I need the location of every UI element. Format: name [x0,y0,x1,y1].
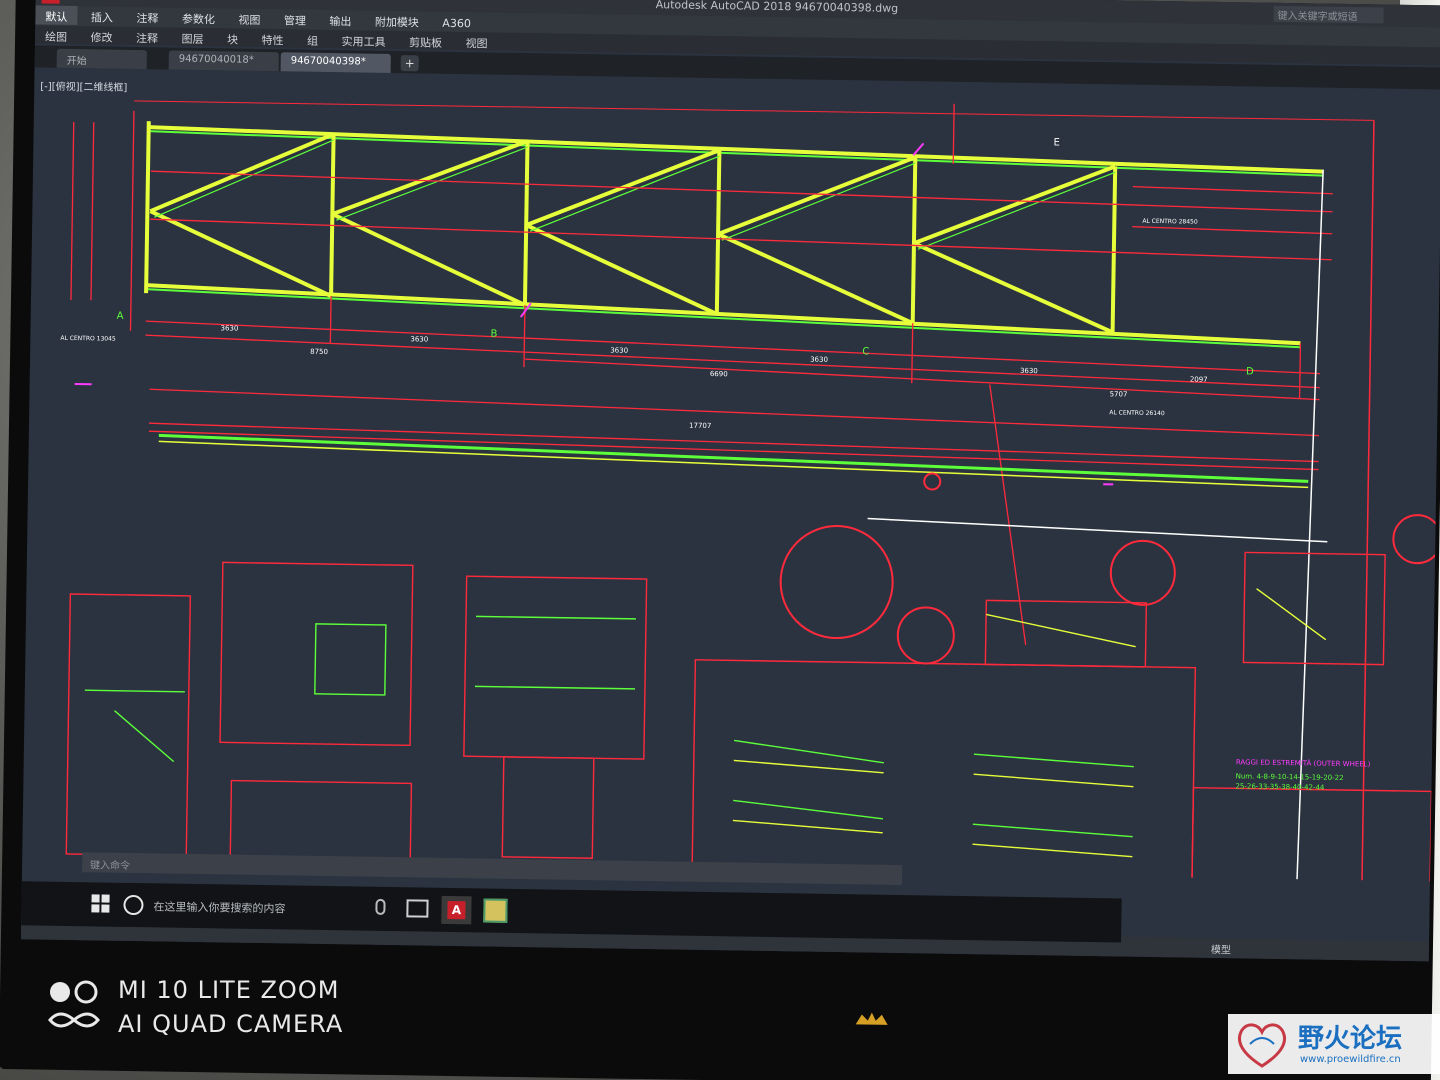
camera-watermark-line1: MI 10 LITE ZOOM [118,976,340,1004]
menu-view[interactable]: 视图 [228,8,270,28]
tab-drawing-398[interactable]: 94670040398* [280,52,391,73]
table-line: 25-26-33-35-38-40-42-44 [1235,782,1325,791]
task-view-icon[interactable] [406,899,429,918]
menu-addins[interactable]: 附加模块 [365,11,429,31]
autocad-logo-icon: A [447,900,466,920]
taskbar-search-input[interactable]: 在这里输入你要搜索的内容 [153,898,285,916]
menu-output[interactable]: 输出 [319,10,361,30]
note-text: AL CENTRO 13045 [60,335,116,343]
dim-text: 5707 [1110,390,1128,398]
camera-watermark-line2: AI QUAD CAMERA [118,1010,344,1038]
menu-parametric[interactable]: 参数化 [172,8,225,28]
ribbon-block[interactable]: 块 [217,28,248,47]
add-tab-button[interactable]: + [400,55,419,72]
forum-url: www.proewildfire.cn [1300,1054,1401,1065]
crosshair-horizontal [867,517,1328,543]
screen: A Autodesk AutoCAD 2018 94670040398.dwg … [20,0,1440,962]
windows-start-icon[interactable] [91,894,111,914]
note-text: AL CENTRO 28450 [1142,218,1198,226]
ribbon-view[interactable]: 视图 [455,32,497,52]
ribbon-annotation[interactable]: 注释 [126,27,168,47]
menu-manage[interactable]: 管理 [274,9,316,29]
ribbon-layers[interactable]: 图层 [171,28,213,48]
window-title: Autodesk AutoCAD 2018 94670040398.dwg [655,0,899,15]
truss-diagonal-edges [154,139,1116,250]
detail-parts [84,615,1134,838]
table-line: Num. 4-8-9-10-14-15-19-20-22 [1236,772,1344,782]
dim-text: 2097 [1190,376,1208,384]
ribbon-groups[interactable]: 组 [297,29,328,48]
menu-default[interactable]: 默认 [35,5,78,26]
tab-drawing-018[interactable]: 94670040018* [168,50,279,72]
dim-text: 3630 [610,346,628,354]
tab-start[interactable]: 开始 [56,48,147,70]
detail-views [65,551,1433,882]
point-label: B [490,329,497,340]
point-label: E [1053,137,1060,148]
cortana-icon[interactable] [123,894,144,916]
detail-marker [923,472,942,491]
detail-circle [896,606,955,665]
forum-logo-icon [1238,1023,1286,1068]
detail-circle [1109,539,1176,606]
truss-bottom-chord-edge [146,288,1301,349]
autocad-taskbar-button[interactable]: A [441,895,472,925]
notes-taskbar-icon[interactable] [483,898,508,923]
truss-bottom-chord [146,283,1301,346]
note-text: AL CENTRO 26140 [1109,409,1165,417]
detail-parts-yellow [732,588,1327,858]
point-label: A [117,311,124,322]
rod-length-text: 17707 [689,422,711,430]
border-line [134,100,1374,121]
search-input[interactable]: 键入关键字或短语 [1273,5,1384,24]
ribbon-draw[interactable]: 绘图 [35,25,77,45]
truss-end-post [144,121,151,294]
dim-text: 3630 [220,324,238,332]
forum-name: 野火论坛 [1298,1024,1403,1054]
dim-text: 3630 [410,335,428,343]
monitor-brand-icon [855,1012,888,1025]
ribbon-clipboard[interactable]: 剪贴板 [399,31,452,51]
model-tab[interactable]: 模型 [1211,941,1231,956]
table-title: RAGGI ED ESTREMITÀ (OUTER WHEEL) [1236,757,1371,768]
drawing-canvas[interactable]: 3630 3630 3630 3630 3630 2097 8750 6690 … [22,69,1440,882]
point-label: D [1246,366,1254,377]
rod-member-edge [158,440,1309,489]
ribbon-properties[interactable]: 特性 [251,29,293,49]
microphone-icon[interactable] [375,898,386,915]
truss-top-chord [148,125,1324,174]
menu-insert[interactable]: 插入 [81,6,123,26]
dim-text: 8750 [310,348,328,356]
autocad-logo-icon[interactable]: A [41,0,60,4]
detail-circle [1392,514,1440,565]
forum-watermark: 野火论坛 www.proewildfire.cn [1228,1014,1440,1074]
photo-background: A Autodesk AutoCAD 2018 94670040398.dwg … [0,0,1440,1080]
dim-text: 3630 [1020,367,1038,375]
menu-a360[interactable]: A360 [432,14,481,31]
dim-text: 3630 [810,356,828,364]
menu-annotate[interactable]: 注释 [126,7,168,27]
camera-watermark-icon [48,980,100,1028]
ribbon-utilities[interactable]: 实用工具 [331,30,395,50]
point-label: C [862,346,869,357]
dim-text: 6690 [710,370,728,378]
monitor: A Autodesk AutoCAD 2018 94670040398.dwg … [0,0,1440,1080]
ribbon-modify[interactable]: 修改 [80,26,122,46]
detail-circle [779,525,894,640]
